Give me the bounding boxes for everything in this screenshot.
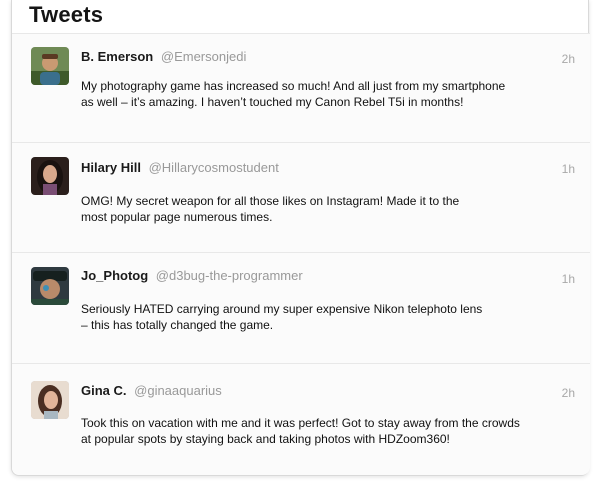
tweet-author-handle[interactable]: @Emersonjedi <box>161 49 246 64</box>
tweets-card: Tweets B. Emerson @Emersonjedi 2h My pho… <box>11 0 590 476</box>
tweet-text-line: most popular page numerous times. <box>81 210 273 224</box>
tweet-text-line: Seriously HATED carrying around my super… <box>81 302 483 316</box>
avatar[interactable] <box>31 157 69 195</box>
tweet-header: B. Emerson @Emersonjedi <box>81 49 246 64</box>
tweet-text-line: My photography game has increased so muc… <box>81 79 506 93</box>
tweet-item[interactable]: Gina C. @ginaaquarius 2h Took this on va… <box>12 363 590 475</box>
avatar-photo-icon <box>31 381 69 419</box>
tweet-author-name[interactable]: Gina C. <box>81 383 127 398</box>
avatar-photo-icon <box>31 267 69 305</box>
tweet-text-line: OMG! My secret weapon for all those like… <box>81 194 460 208</box>
tweet-text-line: – this has totally changed the game. <box>81 318 274 332</box>
tweet-timestamp[interactable]: 1h <box>562 162 575 176</box>
tweet-text-line: Took this on vacation with me and it was… <box>81 416 520 430</box>
avatar-photo-icon <box>31 47 69 85</box>
avatar[interactable] <box>31 381 69 419</box>
tweet-text-line: at popular spots by staying back and tak… <box>81 432 450 446</box>
avatar-photo-icon <box>31 157 69 195</box>
tweet-item[interactable]: Hilary Hill @Hillarycosmostudent 1h OMG!… <box>12 142 590 252</box>
tweet-text: My photography game has increased so muc… <box>81 78 521 110</box>
tweet-author-name[interactable]: Jo_Photog <box>81 268 148 283</box>
tweet-item[interactable]: Jo_Photog @d3bug-the-programmer 1h Serio… <box>12 252 590 363</box>
tweet-text-line: as well – it’s amazing. I haven’t touche… <box>81 95 464 109</box>
tweet-header: Hilary Hill @Hillarycosmostudent <box>81 160 279 175</box>
tweet-timestamp[interactable]: 1h <box>562 272 575 286</box>
tweet-author-handle[interactable]: @d3bug-the-programmer <box>156 268 303 283</box>
section-title: Tweets <box>29 2 104 27</box>
tweet-author-handle[interactable]: @Hillarycosmostudent <box>149 160 279 175</box>
tweet-author-name[interactable]: B. Emerson <box>81 49 153 64</box>
tweet-timestamp[interactable]: 2h <box>562 52 575 66</box>
tweet-text: Seriously HATED carrying around my super… <box>81 301 521 333</box>
tweet-header: Jo_Photog @d3bug-the-programmer <box>81 268 303 283</box>
tweet-timestamp[interactable]: 2h <box>562 386 575 400</box>
avatar[interactable] <box>31 267 69 305</box>
tweet-item[interactable]: B. Emerson @Emersonjedi 2h My photograph… <box>12 33 590 142</box>
tweet-author-handle[interactable]: @ginaaquarius <box>134 383 222 398</box>
tweet-text: OMG! My secret weapon for all those like… <box>81 193 521 225</box>
tweet-text: Took this on vacation with me and it was… <box>81 415 561 447</box>
tweet-author-name[interactable]: Hilary Hill <box>81 160 141 175</box>
tweet-header: Gina C. @ginaaquarius <box>81 383 222 398</box>
avatar[interactable] <box>31 47 69 85</box>
